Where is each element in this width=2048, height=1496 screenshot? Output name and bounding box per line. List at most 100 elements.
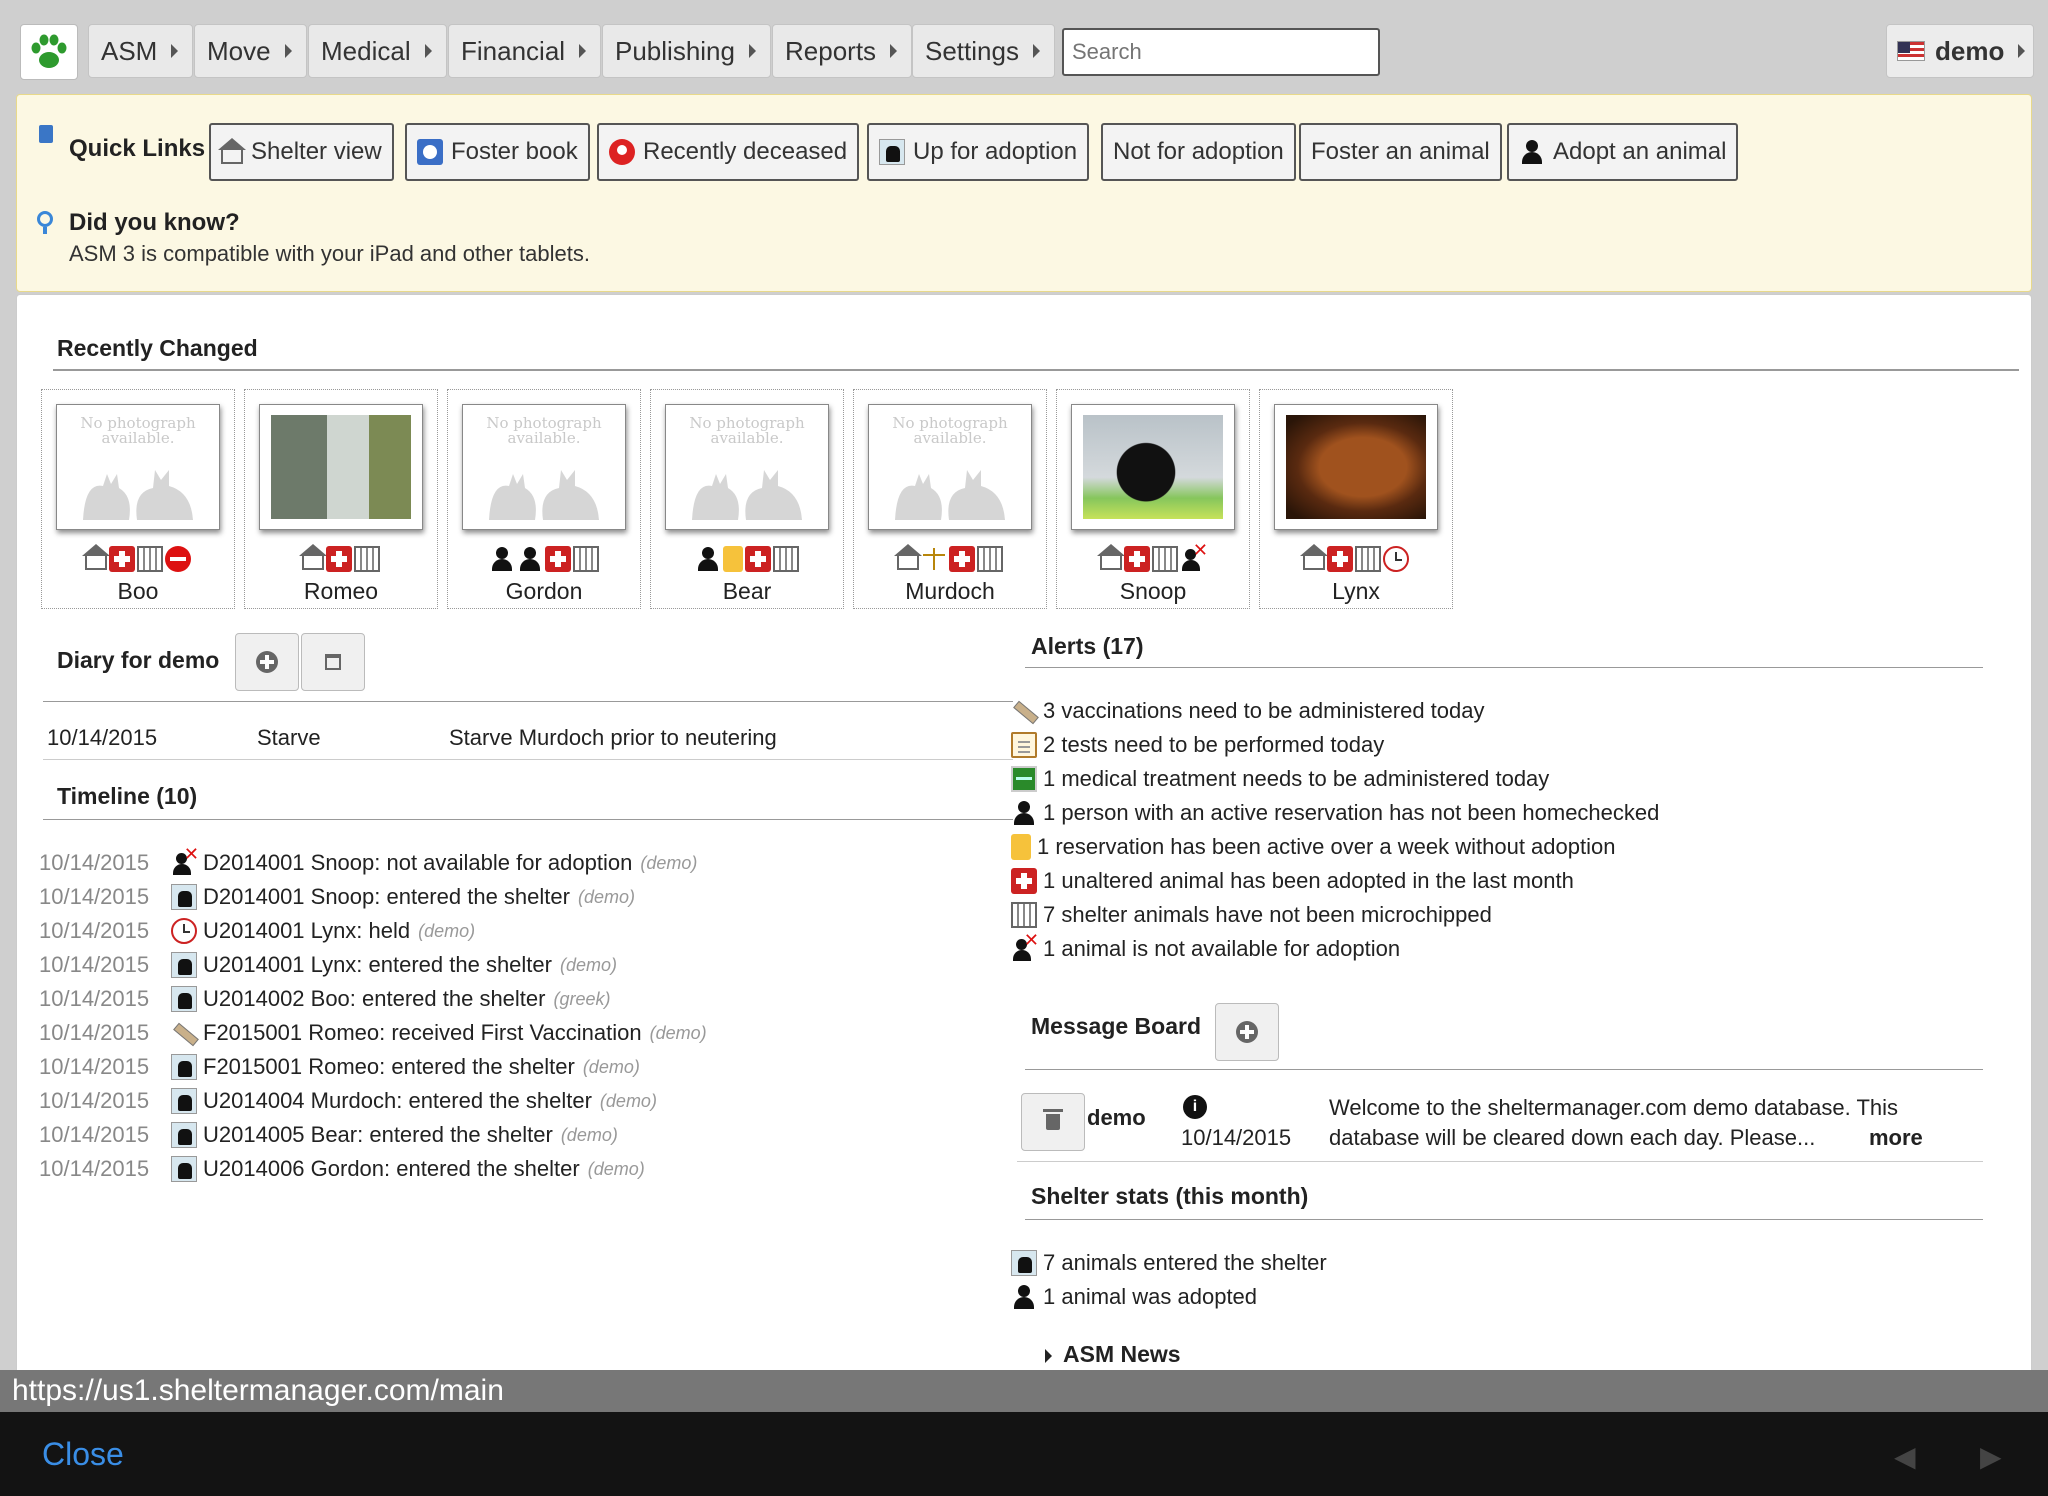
alert-row[interactable]: 1 person with an active reservation has … [1011,797,1659,829]
no-photo-text: No photograph available. [486,414,602,447]
animal-card-snoop[interactable]: ✕ Snoop [1056,389,1250,609]
chevron-right-icon [748,44,756,58]
add-message-button[interactable] [1215,1003,1279,1061]
info-icon[interactable]: i [1183,1095,1207,1119]
quick-link-recently-deceased[interactable]: Recently deceased [597,123,860,181]
alert-text: 1 animal is not available for adoption [1043,936,1401,961]
timeline-row[interactable]: 10/14/2015 F2015001 Romeo: received First… [39,1017,707,1049]
timeline-user: (greek) [553,988,611,1009]
microchip-icon [773,546,799,572]
timeline-row[interactable]: 10/14/2015 D2014001 Snoop: entered the sh… [39,881,635,913]
back-button[interactable]: ◀ [1894,1440,1916,1473]
animal-photo-image [1286,415,1426,519]
animal-photo[interactable] [1274,404,1438,530]
no-photo-text: No photograph available. [80,414,196,447]
menu-financial[interactable]: Financial [448,24,602,78]
quick-link-foster-book[interactable]: Foster book [405,123,590,181]
alert-row[interactable]: ✕ 1 animal is not available for adoption [1011,930,1401,965]
timeline-row[interactable]: 10/14/2015 U2014006 Gordon: entered the s… [39,1153,645,1185]
forward-button[interactable]: ▶ [1980,1440,2002,1473]
stat-row[interactable]: 1 animal was adopted [1011,1281,1257,1313]
animal-card-murdoch[interactable]: No photograph available. Murdoch [853,389,1047,609]
timeline-row[interactable]: 10/14/2015 U2014005 Bear: entered the she… [39,1119,618,1151]
timeline-row[interactable]: 10/14/2015 F2015001 Romeo: entered the sh… [39,1051,640,1083]
treatment-icon [1011,766,1037,792]
diary-subject: Starve [257,725,321,750]
entered-shelter-icon [171,1088,197,1114]
quick-link-foster-an-animal[interactable]: Foster an animal [1299,123,1502,181]
quick-link-shelter-view[interactable]: Shelter view [209,123,394,181]
user-menu[interactable]: demo [1886,24,2034,78]
animal-card-bear[interactable]: No photograph available. Bear [650,389,844,609]
quick-link-up-for-adoption[interactable]: Up for adoption [867,123,1090,181]
animal-card-romeo[interactable]: Romeo [244,389,438,609]
entered-shelter-icon [1011,1250,1037,1276]
status-url: https://us1.sheltermanager.com/main [0,1370,2048,1412]
alert-row[interactable]: 1 unaltered animal has been adopted in t… [1011,865,1574,897]
delete-message-button[interactable] [1021,1093,1085,1151]
close-button[interactable]: Close [42,1436,124,1473]
animal-photo[interactable]: No photograph available. [868,404,1032,530]
message-more-link[interactable]: more [1869,1125,1923,1151]
microchip-icon [977,546,1003,572]
menu-publishing[interactable]: Publishing [602,24,771,78]
animal-card-gordon[interactable]: No photograph available. Gordon [447,389,641,609]
search-input[interactable] [1062,28,1380,76]
animal-name[interactable]: Snoop [1057,578,1249,605]
timeline-date: 10/14/2015 [39,918,150,943]
shelter-stats-title: Shelter stats (this month) [1031,1183,1309,1209]
timeline-row[interactable]: 10/14/2015 U2014001 Lynx: held (demo) [39,915,475,947]
vaccination-icon [1011,698,1037,724]
menu-medical[interactable]: Medical [308,24,447,78]
held-icon [1383,546,1409,572]
animal-name[interactable]: Boo [42,578,234,605]
menu-asm[interactable]: ASM [88,24,194,78]
timeline-text: U2014006 Gordon: entered the shelter [203,1156,580,1181]
not-available-icon [165,546,191,572]
alert-row[interactable]: 2 tests need to be performed today [1011,729,1384,761]
animal-photo[interactable]: No photograph available. [462,404,626,530]
timeline-row[interactable]: 10/14/2015 U2014001 Lynx: entered the she… [39,949,617,981]
timeline-date: 10/14/2015 [39,1054,150,1079]
quick-link-adopt-an-animal[interactable]: Adopt an animal [1507,123,1739,181]
animal-name[interactable]: Gordon [448,578,640,605]
alert-row[interactable]: 1 reservation has been active over a wee… [1011,831,1615,863]
add-diary-button[interactable] [235,633,299,691]
animal-photo[interactable]: No photograph available. [665,404,829,530]
animal-photo[interactable]: No photograph available. [56,404,220,530]
house-icon [1097,544,1125,570]
animal-name[interactable]: Romeo [245,578,437,605]
timeline-user: (demo) [559,954,617,975]
animal-name[interactable]: Lynx [1260,578,1452,605]
alert-row[interactable]: 3 vaccinations need to be administered t… [1011,695,1485,727]
animal-photo[interactable] [1071,404,1235,530]
animal-name[interactable]: Bear [651,578,843,605]
animal-card-lynx[interactable]: Lynx [1259,389,1453,609]
expand-arrow-icon [1045,1349,1052,1363]
asm-logo[interactable] [20,24,78,80]
message-board-title: Message Board [1031,1013,1202,1039]
divider [43,701,1013,702]
calendar-button[interactable] [301,633,365,691]
alert-row[interactable]: 7 shelter animals have not been microchi… [1011,899,1492,931]
animal-photo[interactable] [259,404,423,530]
quick-link-not-for-adoption[interactable]: Not for adoption [1101,123,1296,181]
no-photo-text: No photograph available. [689,414,805,447]
timeline-row[interactable]: 10/14/2015 U2014002 Boo: entered the shel… [39,983,611,1015]
menu-reports[interactable]: Reports [772,24,913,78]
top-navbar: ASM Move Medical Financial Publishing Re… [0,0,2048,92]
timeline-date: 10/14/2015 [39,850,150,875]
stat-row[interactable]: 7 animals entered the shelter [1011,1247,1327,1279]
animal-card-boo[interactable]: No photograph available. Boo [41,389,235,609]
chevron-right-icon [1032,44,1040,58]
alert-row[interactable]: 1 medical treatment needs to be administ… [1011,763,1549,795]
person-icon [1011,800,1037,826]
did-you-know-title: Did you know? [69,209,240,236]
timeline-row[interactable]: 10/14/2015 U2014004 Murdoch: entered the … [39,1085,657,1117]
menu-settings[interactable]: Settings [912,24,1055,78]
asm-news-toggle[interactable]: ASM News [1063,1341,1181,1368]
message-text-line1: Welcome to the sheltermanager.com demo d… [1329,1095,1899,1120]
timeline-row[interactable]: 10/14/2015 ✕ D2014001 Snoop: not available… [39,844,697,879]
menu-move[interactable]: Move [194,24,307,78]
animal-name[interactable]: Murdoch [854,578,1046,605]
